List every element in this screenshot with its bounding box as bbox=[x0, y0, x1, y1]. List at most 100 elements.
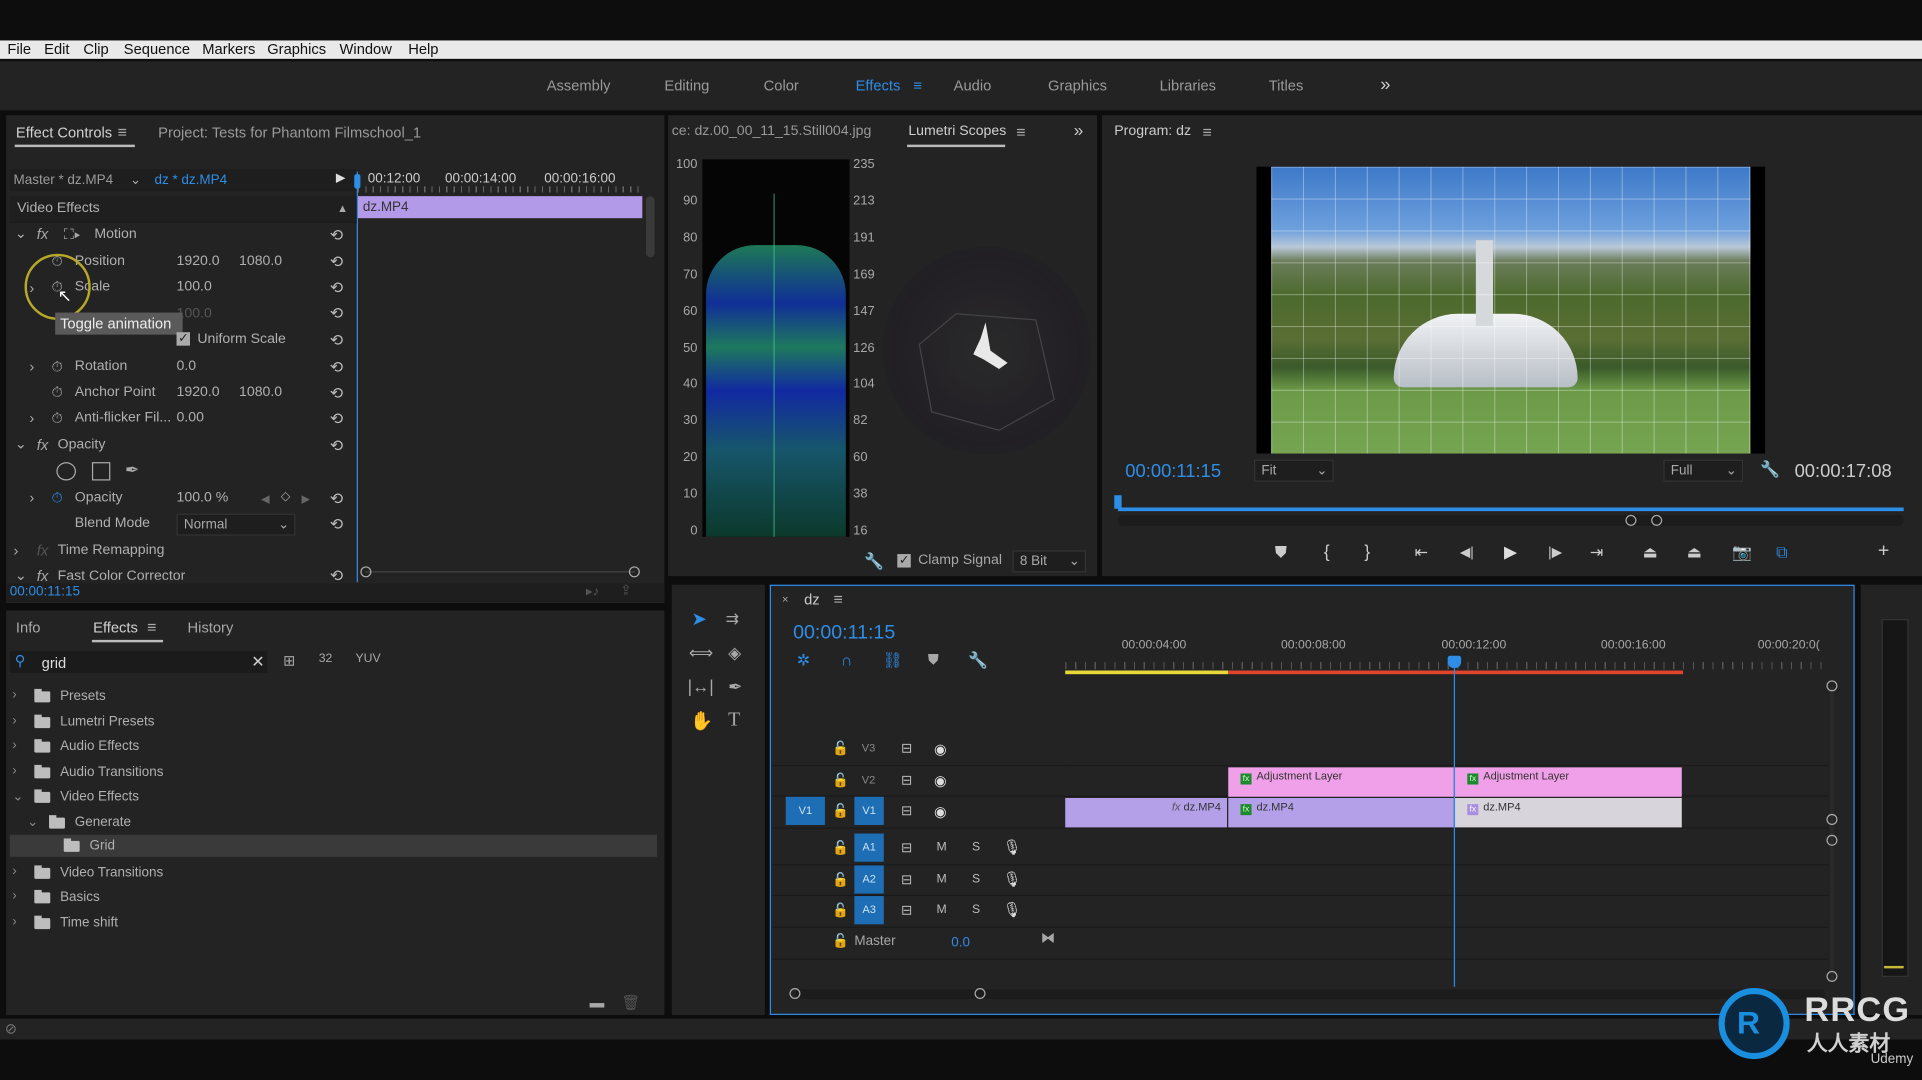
scale-value[interactable]: 100.0 bbox=[177, 279, 212, 294]
expand-chevron-icon[interactable]: › bbox=[12, 889, 17, 904]
playback-resolution-dropdown[interactable]: Full ⌄ bbox=[1663, 459, 1744, 482]
expand-chevron-icon[interactable]: ⌄ bbox=[15, 568, 27, 583]
eye-icon[interactable]: ◉ bbox=[934, 772, 947, 789]
program-scrubber[interactable] bbox=[1117, 507, 1904, 512]
workspace-menu-icon[interactable]: ≡ bbox=[913, 77, 922, 94]
tab-effects[interactable]: Effects bbox=[93, 619, 138, 636]
clip-adjustment-layer[interactable]: fx Adjustment Layer bbox=[1228, 767, 1454, 797]
hand-tool-icon[interactable]: ✋ bbox=[690, 710, 713, 732]
mark-in-icon[interactable]: { bbox=[1324, 542, 1330, 562]
zoom-handle-left[interactable] bbox=[360, 566, 372, 578]
play-audio-icon[interactable]: ▸♪ bbox=[586, 583, 600, 600]
solo-button[interactable]: S bbox=[972, 841, 980, 854]
fx-icon[interactable]: fx bbox=[37, 569, 48, 584]
expand-chevron-icon[interactable]: › bbox=[29, 490, 34, 505]
expand-chevron-icon[interactable]: › bbox=[12, 688, 17, 703]
new-folder-icon[interactable]: ▬ bbox=[590, 994, 605, 1011]
track-target-a3[interactable]: A3 bbox=[854, 896, 884, 925]
reset-icon[interactable]: ⟲ bbox=[330, 489, 343, 509]
zoom-handle-right[interactable] bbox=[628, 566, 640, 578]
track-target-v3[interactable]: V3 bbox=[862, 742, 876, 754]
reset-icon[interactable]: ⟲ bbox=[330, 226, 343, 246]
reset-icon[interactable]: ⟲ bbox=[330, 409, 343, 429]
panel-overflow-icon[interactable]: » bbox=[1074, 120, 1084, 140]
lock-icon[interactable]: 🔓 bbox=[832, 840, 849, 856]
rotation-value[interactable]: 0.0 bbox=[177, 359, 197, 374]
clip-dz-mp4-selected[interactable]: fx dz.MP4 bbox=[1455, 797, 1682, 828]
menu-sequence[interactable]: Sequence bbox=[124, 40, 190, 58]
workspace-overflow[interactable]: » bbox=[1380, 75, 1390, 96]
timeline-playhead-handle[interactable] bbox=[1447, 655, 1462, 669]
expand-chevron-icon[interactable]: › bbox=[13, 543, 18, 558]
menu-clip[interactable]: Clip bbox=[83, 40, 108, 58]
extract-icon[interactable]: ⏏ bbox=[1687, 543, 1702, 563]
timeline-playhead[interactable] bbox=[1453, 661, 1456, 987]
panel-menu-icon[interactable]: ≡ bbox=[1203, 123, 1212, 141]
workspace-color[interactable]: Color bbox=[764, 77, 799, 94]
menu-file[interactable]: File bbox=[7, 40, 31, 58]
tab-source[interactable]: ce: dz.00_00_11_15.Still004.jpg bbox=[672, 124, 872, 139]
expand-chevron-icon[interactable]: ⌄ bbox=[27, 814, 38, 830]
lock-icon[interactable]: 🔓 bbox=[832, 803, 849, 819]
selection-tool-icon[interactable]: ➤ bbox=[691, 608, 706, 630]
tree-item-label[interactable]: Basics bbox=[60, 890, 100, 905]
mute-button[interactable]: M bbox=[937, 841, 947, 854]
program-zoom-bar[interactable] bbox=[1117, 514, 1904, 526]
sync-lock-icon[interactable]: ⊟ bbox=[901, 740, 912, 757]
lock-icon[interactable]: 🔓 bbox=[832, 933, 849, 949]
export-frame-icon[interactable]: ⇪ bbox=[620, 582, 631, 598]
a-scroll-handle[interactable] bbox=[1826, 970, 1838, 982]
snap-magnet-icon[interactable]: ∩ bbox=[841, 651, 852, 669]
sequence-clip-label[interactable]: dz * dz.MP4 bbox=[154, 173, 227, 188]
reset-icon[interactable]: ⟲ bbox=[330, 304, 343, 324]
ellipse-mask-icon[interactable] bbox=[56, 462, 76, 481]
track-target-a1[interactable]: A1 bbox=[854, 833, 884, 862]
panel-menu-icon[interactable]: ≡ bbox=[147, 618, 156, 636]
ec-scrollbar[interactable] bbox=[645, 196, 655, 258]
clamp-signal-checkbox[interactable]: ✓ bbox=[897, 554, 911, 568]
expand-chevron-icon[interactable]: › bbox=[12, 764, 17, 779]
tab-project[interactable]: Project: Tests for Phantom Filmschool_1 bbox=[158, 124, 421, 141]
microphone-icon[interactable]: 🎙 bbox=[1003, 901, 1022, 918]
expand-chevron-icon[interactable]: ⌄ bbox=[15, 436, 27, 451]
fx-icon[interactable]: fx bbox=[37, 543, 48, 558]
v-scroll-handle[interactable] bbox=[1826, 680, 1838, 692]
tree-item-label[interactable]: Generate bbox=[75, 815, 131, 830]
stopwatch-active-icon[interactable]: ⏱ bbox=[51, 490, 62, 505]
ripple-edit-tool-icon[interactable]: ⟺ bbox=[689, 642, 714, 663]
uniform-scale-checkbox[interactable]: ✓ bbox=[176, 332, 190, 346]
go-to-in-icon[interactable]: ⇤ bbox=[1415, 543, 1428, 563]
workspace-audio[interactable]: Audio bbox=[954, 77, 992, 94]
solo-button[interactable]: S bbox=[972, 903, 980, 916]
expand-chevron-icon[interactable]: ⌄ bbox=[12, 788, 23, 804]
expand-chevron-icon[interactable]: › bbox=[12, 864, 17, 879]
lift-icon[interactable]: ⏏ bbox=[1643, 543, 1658, 563]
clip-dz-mp4[interactable]: fx dz.MP4 bbox=[1065, 797, 1228, 828]
panel-menu-icon[interactable]: ≡ bbox=[834, 590, 843, 608]
close-sequence-icon[interactable]: × bbox=[782, 593, 788, 605]
solo-button[interactable]: S bbox=[972, 873, 980, 886]
fx-icon[interactable]: fx bbox=[37, 227, 48, 242]
track-target-v2[interactable]: V2 bbox=[862, 773, 876, 785]
program-monitor-title[interactable]: Program: dz bbox=[1114, 124, 1191, 139]
delete-icon[interactable]: 🗑 bbox=[621, 994, 640, 1011]
sync-lock-icon[interactable]: ⊟ bbox=[901, 902, 912, 918]
lock-icon[interactable]: 🔓 bbox=[832, 902, 849, 918]
a-scroll-handle[interactable] bbox=[1826, 834, 1838, 846]
timeline-timecode[interactable]: 00:00:11:15 bbox=[793, 623, 895, 645]
anchor-x-value[interactable]: 1920.0 bbox=[177, 385, 220, 400]
program-playhead[interactable] bbox=[1114, 495, 1122, 509]
fx-icon[interactable]: fx bbox=[37, 438, 48, 453]
tab-history[interactable]: History bbox=[188, 619, 234, 636]
comparison-view-icon[interactable]: ⧉ bbox=[1776, 543, 1787, 563]
export-frame-camera-icon[interactable]: 📷 bbox=[1732, 543, 1752, 563]
stopwatch-icon[interactable]: ⏱ bbox=[51, 385, 62, 400]
expand-chevron-icon[interactable]: › bbox=[29, 411, 34, 426]
sync-lock-icon[interactable]: ⊟ bbox=[901, 772, 912, 788]
stopwatch-icon[interactable]: ⏱ bbox=[51, 411, 62, 426]
reset-icon[interactable]: ⟲ bbox=[330, 358, 343, 378]
anchor-y-value[interactable]: 1080.0 bbox=[239, 385, 282, 400]
zoom-handle-right[interactable] bbox=[1651, 514, 1663, 526]
panel-menu-icon[interactable]: ≡ bbox=[118, 123, 127, 141]
nest-toggle-icon[interactable]: ✲ bbox=[797, 651, 810, 671]
